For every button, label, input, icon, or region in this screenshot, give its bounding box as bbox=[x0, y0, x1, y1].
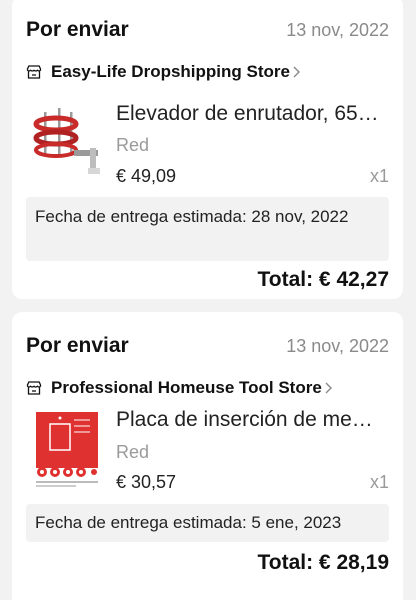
store-icon bbox=[26, 381, 42, 395]
store-icon bbox=[26, 65, 42, 79]
store-link[interactable]: Easy-Life Dropshipping Store bbox=[26, 60, 389, 84]
store-name: Professional Homeuse Tool Store bbox=[51, 378, 322, 397]
product-quantity: x1 bbox=[369, 166, 389, 186]
order-card[interactable]: Por enviar 13 nov, 2022 Easy-Life Dropsh… bbox=[12, 0, 403, 299]
product-image-router-lift[interactable] bbox=[30, 102, 104, 180]
estimated-delivery: Fecha de entrega estimada: 28 nov, 2022 bbox=[26, 197, 389, 261]
store-name: Easy-Life Dropshipping Store bbox=[51, 62, 290, 81]
product-price: € 49,09 bbox=[116, 166, 177, 186]
product-title[interactable]: Elevador de enrutador, 65… bbox=[116, 102, 387, 126]
order-card[interactable]: Por enviar 13 nov, 2022 Professional Hom… bbox=[12, 312, 403, 600]
product-variant: Red bbox=[116, 135, 150, 155]
estimated-delivery: Fecha de entrega estimada: 5 ene, 2023 bbox=[26, 504, 389, 542]
order-status: Por enviar bbox=[26, 334, 129, 357]
product-variant: Red bbox=[116, 442, 150, 462]
order-total: Total: € 28,19 bbox=[257, 551, 390, 574]
product-title[interactable]: Placa de inserción de me… bbox=[116, 408, 387, 432]
order-status: Por enviar bbox=[26, 18, 129, 41]
order-header: Por enviar 13 nov, 2022 bbox=[26, 334, 389, 364]
chevron-right-icon bbox=[325, 382, 332, 394]
store-link[interactable]: Professional Homeuse Tool Store bbox=[26, 376, 389, 400]
product-quantity: x1 bbox=[369, 472, 389, 492]
order-total: Total: € 42,27 bbox=[257, 268, 390, 291]
order-header: Por enviar 13 nov, 2022 bbox=[26, 18, 389, 48]
product-price: € 30,57 bbox=[116, 472, 177, 492]
product-image-insert-plate[interactable] bbox=[30, 410, 104, 488]
order-date: 13 nov, 2022 bbox=[286, 20, 389, 40]
chevron-right-icon bbox=[293, 66, 300, 78]
order-date: 13 nov, 2022 bbox=[286, 336, 389, 356]
